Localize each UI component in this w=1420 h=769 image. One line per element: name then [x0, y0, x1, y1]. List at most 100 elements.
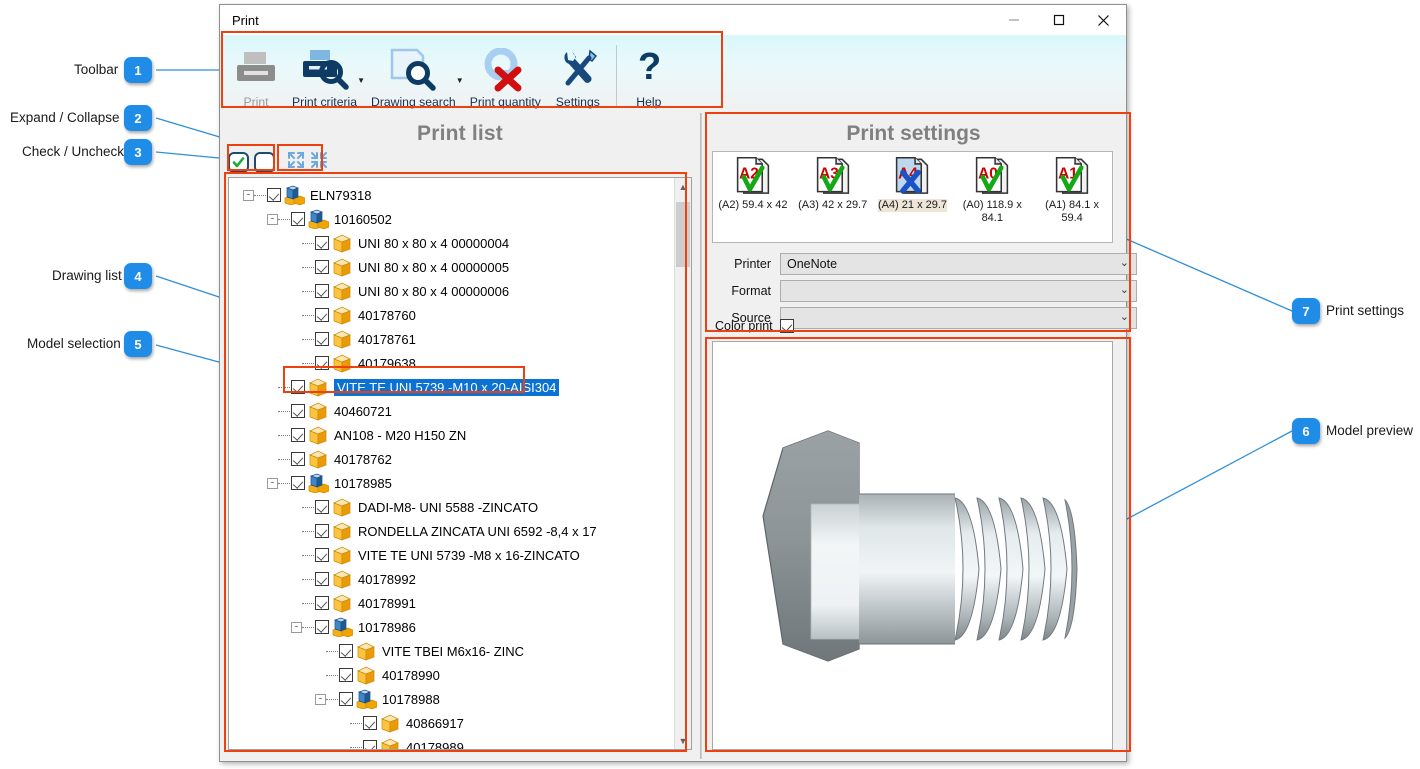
toolbar-button-print[interactable]: Print	[227, 37, 285, 113]
tree-node-checkbox[interactable]	[315, 572, 329, 586]
tree-node[interactable]: VITE TBEI M6x16- ZINC	[229, 639, 674, 663]
source-select[interactable]: ⌄	[780, 307, 1137, 329]
color-print-checkbox[interactable]	[780, 319, 794, 333]
printer-select[interactable]: OneNote ⌄	[780, 253, 1137, 275]
scroll-up-arrow-icon[interactable]: ▲	[675, 178, 691, 195]
tree-node-checkbox[interactable]	[315, 308, 329, 322]
tree-expander-toggle[interactable]: -	[315, 694, 326, 705]
tree-node[interactable]: -10178988	[229, 687, 674, 711]
tree-connector	[302, 291, 314, 292]
tree-node[interactable]: 40178760	[229, 303, 674, 327]
tree-node[interactable]: -ELN79318	[229, 183, 674, 207]
tree-node-checkbox[interactable]	[339, 668, 353, 682]
paper-format-A4[interactable]: A4(A4) 21 x 29.7	[874, 157, 950, 242]
tree-node[interactable]: -10178985	[229, 471, 674, 495]
collapse-all-button[interactable]	[309, 150, 329, 175]
paper-format-A1[interactable]: A1(A1) 84.1 x 59.4	[1034, 157, 1110, 242]
tree-node[interactable]: UNI 80 x 80 x 4 00000004	[229, 231, 674, 255]
tree-node[interactable]: 40178990	[229, 663, 674, 687]
tree-node-checkbox[interactable]	[267, 188, 281, 202]
tree-node-checkbox[interactable]	[315, 620, 329, 634]
chevron-down-icon: ⌄	[1120, 312, 1129, 323]
tree-node[interactable]: UNI 80 x 80 x 4 00000005	[229, 255, 674, 279]
close-button[interactable]	[1081, 5, 1126, 35]
tree-node-checkbox[interactable]	[363, 716, 377, 730]
tree-node[interactable]: VITE TE UNI 5739 -M8 x 16-ZINCATO	[229, 543, 674, 567]
paper-format-A2[interactable]: A2(A2) 59.4 x 42	[715, 157, 791, 242]
drawing-list-tree[interactable]: -ELN79318-10160502UNI 80 x 80 x 4 000000…	[228, 177, 692, 750]
tree-node[interactable]: -10178986	[229, 615, 674, 639]
tree-node[interactable]: 40178762	[229, 447, 674, 471]
tree-node[interactable]: 40178989	[229, 735, 674, 749]
tree-node-checkbox[interactable]	[315, 596, 329, 610]
tree-node-checkbox[interactable]	[291, 404, 305, 418]
tree-node-checkbox[interactable]	[339, 644, 353, 658]
tree-node[interactable]: 40460721	[229, 399, 674, 423]
tree-node[interactable]: AN108 - M20 H150 ZN	[229, 423, 674, 447]
chevron-down-icon: ⌄	[1120, 285, 1129, 296]
paper-format-A3[interactable]: A3(A3) 42 x 29.7	[795, 157, 871, 242]
tree-expander-toggle[interactable]: -	[243, 190, 254, 201]
toolbar-button-print-quantity[interactable]: Print quantity	[463, 37, 548, 113]
pane-divider[interactable]	[700, 113, 702, 759]
tree-node-checkbox[interactable]	[291, 212, 305, 226]
tree-node-checkbox[interactable]	[315, 500, 329, 514]
tree-node[interactable]: - 10160502	[229, 207, 674, 231]
tree-node-checkbox[interactable]	[291, 452, 305, 466]
tree-node-label: 40179638	[358, 356, 416, 371]
scrollbar-thumb[interactable]	[676, 202, 690, 267]
part-icon	[307, 425, 329, 445]
tree-node[interactable]: VITE TE UNI 5739 -M10 x 20-AISI304	[229, 375, 674, 399]
check-all-button[interactable]	[228, 152, 249, 173]
toolbar-button-help[interactable]: ? Help	[625, 37, 673, 113]
tree-node-checkbox[interactable]	[315, 332, 329, 346]
minimize-button[interactable]	[991, 5, 1036, 35]
tree-connector	[302, 363, 314, 364]
maximize-button[interactable]	[1036, 5, 1081, 35]
tree-node-label: 40178990	[382, 668, 440, 683]
tree-node-label: 10160502	[334, 212, 392, 227]
scroll-down-arrow-icon[interactable]: ▼	[675, 732, 691, 749]
toolbar-button-drawing-search[interactable]: ▼ Drawing search	[364, 37, 463, 113]
annotation-label-5: Model selection	[27, 336, 121, 351]
paper-format-A0[interactable]: A0(A0) 118.9 x 84.1	[954, 157, 1030, 242]
tree-node-checkbox[interactable]	[315, 236, 329, 250]
toolbar-label-drawing-search: Drawing search	[371, 95, 456, 109]
tree-node[interactable]: 40178761	[229, 327, 674, 351]
hex-head-bolt-3d-preview	[733, 396, 1093, 696]
annotation-label-7: Print settings	[1326, 303, 1404, 318]
tree-node-checkbox[interactable]	[315, 524, 329, 538]
print-settings-pane: Print settings A2(A2) 59.4 x 42A3(A3) 42…	[703, 113, 1124, 759]
part-icon	[307, 449, 329, 469]
tree-node-checkbox[interactable]	[291, 476, 305, 490]
toolbar-button-print-criteria[interactable]: ▼ Print criteria	[285, 37, 364, 113]
format-select[interactable]: ⌄	[780, 280, 1137, 302]
tree-node-checkbox[interactable]	[339, 692, 353, 706]
color-print-row[interactable]: Color print	[715, 319, 794, 333]
annotation-badge-6: 6	[1292, 418, 1320, 444]
tree-node[interactable]: 40178991	[229, 591, 674, 615]
tree-node-checkbox[interactable]	[315, 260, 329, 274]
tree-node[interactable]: 40866917	[229, 711, 674, 735]
part-icon	[331, 497, 353, 517]
tree-node-checkbox[interactable]	[315, 548, 329, 562]
tree-node-checkbox[interactable]	[315, 284, 329, 298]
tree-expander-toggle[interactable]: -	[267, 478, 278, 489]
tree-node-checkbox[interactable]	[291, 380, 305, 394]
tree-vertical-scrollbar[interactable]: ▲ ▼	[674, 178, 691, 749]
tree-node[interactable]: DADI-M8- UNI 5588 -ZINCATO	[229, 495, 674, 519]
expand-all-button[interactable]	[286, 150, 306, 175]
tree-node[interactable]: UNI 80 x 80 x 4 00000006	[229, 279, 674, 303]
tree-expander-toggle[interactable]: -	[291, 622, 302, 633]
tree-node-checkbox[interactable]	[315, 356, 329, 370]
page-cross-icon: A4	[892, 157, 932, 197]
tree-expander-toggle[interactable]: -	[267, 214, 278, 225]
part-icon	[331, 257, 353, 277]
tree-node[interactable]: RONDELLA ZINCATA UNI 6592 -8,4 x 17	[229, 519, 674, 543]
uncheck-all-button[interactable]	[254, 152, 275, 173]
toolbar-button-settings[interactable]: Settings	[548, 37, 608, 113]
tree-node[interactable]: 40179638	[229, 351, 674, 375]
tree-node[interactable]: 40178992	[229, 567, 674, 591]
tree-node-checkbox[interactable]	[291, 428, 305, 442]
tree-node-checkbox[interactable]	[363, 740, 377, 749]
